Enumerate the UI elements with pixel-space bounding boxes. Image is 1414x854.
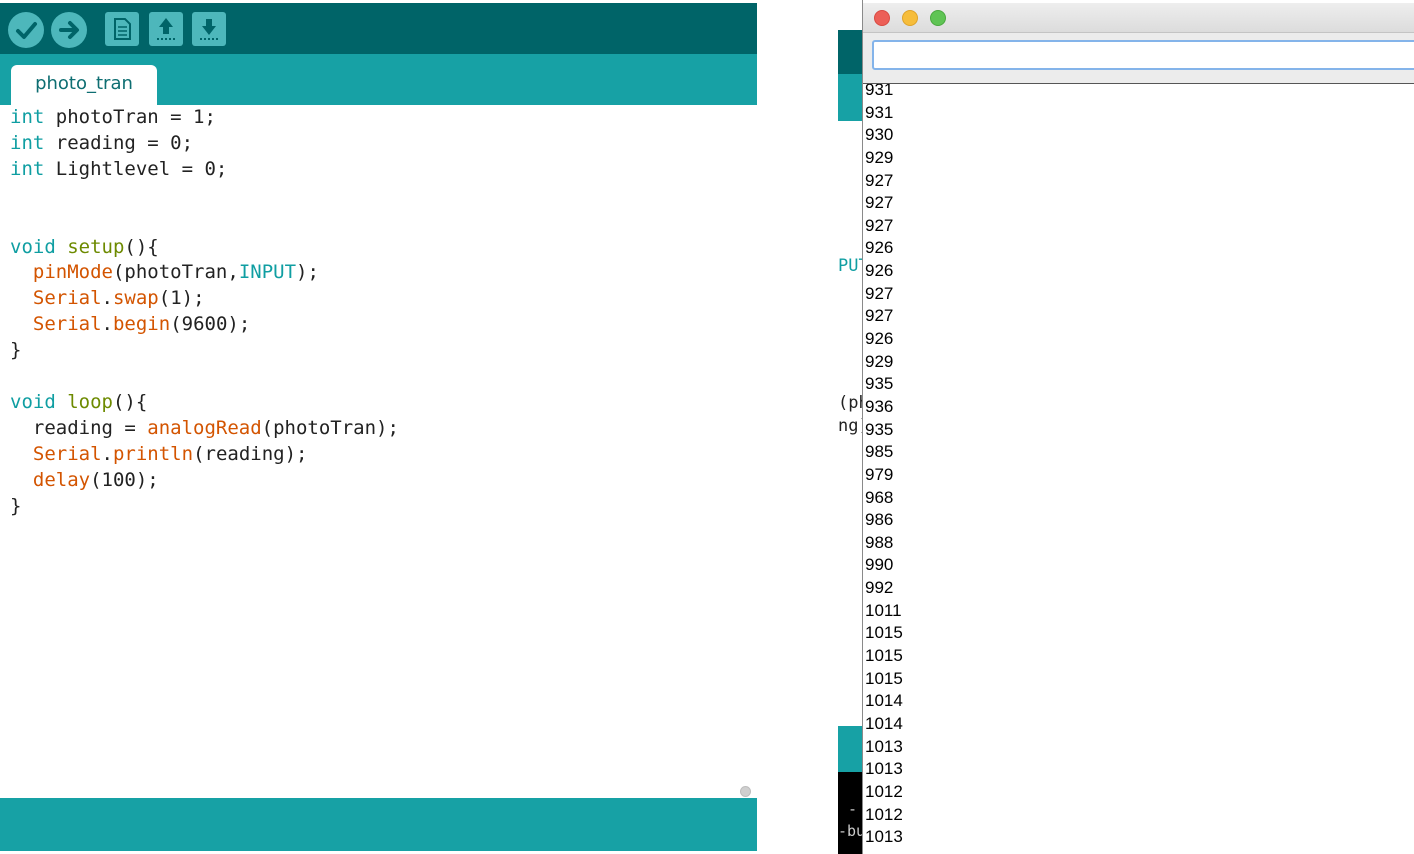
upload-button[interactable] [51, 12, 87, 48]
code-function: begin [112, 313, 171, 336]
serial-output-line: 1014 [865, 713, 903, 733]
checkmark-icon [16, 22, 37, 39]
serial-output-line: 927 [865, 215, 894, 235]
tab-photo-tran[interactable]: photo_tran [11, 65, 157, 105]
code-text: (){ [124, 235, 159, 258]
code-text: . [101, 313, 113, 336]
serial-output-line: 926 [865, 261, 894, 281]
ide-tab-strip: photo_tran [0, 54, 757, 105]
code-text[interactable]: int photoTran = 1; int reading = 0; int … [10, 105, 399, 520]
bg-console-fragment: - [848, 800, 858, 818]
code-text: (photoTran); [261, 416, 399, 439]
code-text: ); [296, 261, 319, 284]
save-sketch-button[interactable] [192, 12, 226, 46]
serial-output-line: 1013 [865, 827, 903, 847]
code-editor[interactable]: int photoTran = 1; int reading = 0; int … [0, 105, 757, 798]
serial-output-line: 1015 [865, 646, 903, 666]
new-sketch-button[interactable] [105, 12, 139, 46]
code-keyword: void [10, 235, 56, 258]
code-keyword: void [10, 390, 56, 413]
arrow-right-icon [59, 21, 79, 39]
serial-output-line: 1012 [865, 781, 903, 801]
serial-output-line: 931 [865, 102, 894, 122]
code-function: loop [67, 390, 113, 413]
ide-toolbar [0, 3, 757, 54]
code-function: delay [32, 468, 91, 491]
serial-output-line: 936 [865, 396, 894, 416]
new-file-icon [114, 18, 131, 40]
code-function: pinMode [32, 261, 113, 284]
code-text: Lightlevel = 0; [44, 157, 228, 180]
serial-input-bar [863, 33, 1414, 84]
code-text: (1); [158, 287, 205, 310]
code-keyword: int [10, 131, 45, 154]
open-upload-icon [157, 18, 175, 40]
serial-output-line: 926 [865, 238, 894, 258]
serial-output-line: 1014 [865, 691, 903, 711]
code-text: . [101, 442, 113, 465]
tab-label: photo_tran [35, 73, 133, 94]
serial-output-line: 1015 [865, 623, 903, 643]
serial-output-line: 929 [865, 147, 894, 167]
code-text: . [101, 287, 113, 310]
close-window-button[interactable] [874, 10, 890, 26]
serial-output-line: 990 [865, 555, 894, 575]
serial-output-lines: 931 931 930 929 927 927 927 926 926 927 927 926 929 9… [865, 84, 903, 849]
serial-output-line: 1013 [865, 736, 903, 756]
serial-output-line: 1011 [865, 600, 902, 620]
serial-output-line: 968 [865, 487, 894, 507]
serial-output-line: 988 [865, 532, 894, 552]
code-function: println [112, 442, 194, 465]
serial-output-line: 931 [865, 84, 894, 99]
serial-output-line: 930 [865, 125, 894, 145]
window-titlebar[interactable] [863, 3, 1414, 33]
zoom-window-button[interactable] [930, 10, 946, 26]
serial-output-line: 927 [865, 193, 894, 213]
verify-button[interactable] [8, 12, 44, 48]
code-text: (reading); [193, 442, 308, 465]
serial-output-line: 979 [865, 464, 894, 484]
serial-output-area[interactable]: 931 931 930 929 927 927 927 926 926 927 927 926 929 9… [863, 84, 1414, 854]
code-function: setup [67, 235, 125, 258]
serial-output-line: 927 [865, 170, 894, 190]
code-constant: INPUT [238, 261, 297, 284]
code-text: photoTran = 1; [44, 106, 216, 128]
code-text: (photoTran, [112, 261, 239, 284]
serial-send-input[interactable] [872, 40, 1414, 70]
code-text: (){ [112, 390, 148, 413]
code-text: reading = [32, 416, 148, 439]
serial-output-line: 927 [865, 283, 894, 303]
code-function: analogRead [147, 416, 262, 439]
serial-output-line: 992 [865, 578, 894, 598]
serial-output-line: 935 [865, 419, 894, 439]
code-text: } [10, 494, 22, 517]
code-text: reading = 0; [44, 131, 194, 154]
code-text: (9600); [170, 313, 251, 336]
minimize-window-button[interactable] [902, 10, 918, 26]
code-text: (100); [90, 468, 159, 491]
code-text: } [10, 339, 22, 362]
serial-output-line: 927 [865, 306, 894, 326]
serial-output-line: 986 [865, 510, 894, 530]
code-function: swap [112, 287, 159, 310]
serial-monitor-window: 931 931 930 929 927 927 927 926 926 927 927 926 929 9… [862, 0, 1414, 854]
code-keyword: int [10, 157, 45, 180]
code-object: Serial [32, 313, 102, 336]
arduino-ide-window: photo_tran int photoTran = 1; int readin… [0, 0, 757, 854]
resize-handle[interactable] [740, 786, 751, 797]
code-object: Serial [32, 442, 102, 465]
open-sketch-button[interactable] [149, 12, 183, 46]
serial-output-line: 929 [865, 351, 894, 371]
serial-output-line: 926 [865, 329, 894, 349]
serial-output-line: 1015 [865, 668, 903, 688]
serial-output-line: 1012 [865, 804, 903, 824]
serial-output-line: 985 [865, 442, 894, 462]
ide-status-bar [0, 798, 757, 851]
save-download-icon [200, 19, 218, 40]
serial-output-line: 1013 [865, 759, 903, 779]
code-keyword: int [10, 106, 45, 128]
serial-output-line: 935 [865, 374, 894, 394]
code-object: Serial [32, 287, 102, 310]
